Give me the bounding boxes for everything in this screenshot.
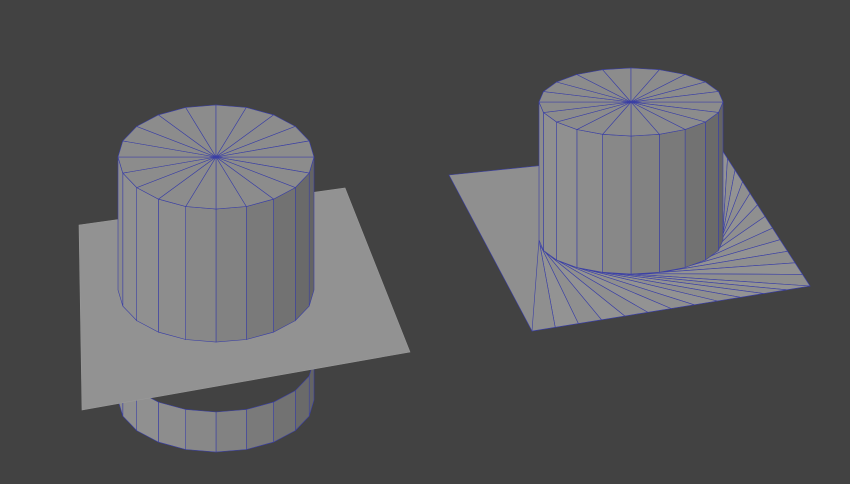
lower-cylinder-side-face [185, 409, 217, 453]
3d-viewport[interactable] [0, 0, 850, 484]
cylinder2-side-face [630, 133, 660, 275]
upper-cylinder-side-face [122, 172, 137, 322]
cylinder2-side-face [659, 129, 686, 273]
lower-cylinder-side-face [158, 401, 186, 450]
lower-cylinder-side-face [246, 401, 274, 450]
cylinder2-side-face [705, 111, 719, 261]
cylinder-through-plane [78, 104, 411, 453]
upper-cylinder-side-face [215, 206, 247, 343]
cylinder2-side-face [576, 129, 603, 273]
cylinder2-side-face [538, 101, 544, 251]
cylinder-merged-with-plane [448, 67, 811, 332]
upper-cylinder-side-face [158, 198, 186, 340]
cylinder2-side-face [543, 111, 557, 261]
cylinder2-side-face [602, 133, 632, 275]
upper-cylinder-side-face [136, 187, 159, 333]
upper-cylinder-side-face [294, 172, 310, 322]
viewport-canvas[interactable] [0, 0, 850, 484]
upper-cylinder-side-face [117, 156, 124, 307]
upper-cylinder-side-face [246, 198, 274, 340]
lower-cylinder-side-face [273, 390, 296, 443]
cylinder2-side-face [684, 121, 706, 268]
lower-cylinder-side-face [294, 375, 310, 432]
upper-cylinder-side-face [308, 156, 315, 307]
upper-cylinder-side-face [185, 206, 217, 343]
lower-cylinder-side-face [215, 409, 247, 453]
cylinder2-side-face [718, 101, 724, 251]
cylinder2-side-face [556, 121, 578, 268]
upper-cylinder-side-face [273, 187, 296, 333]
